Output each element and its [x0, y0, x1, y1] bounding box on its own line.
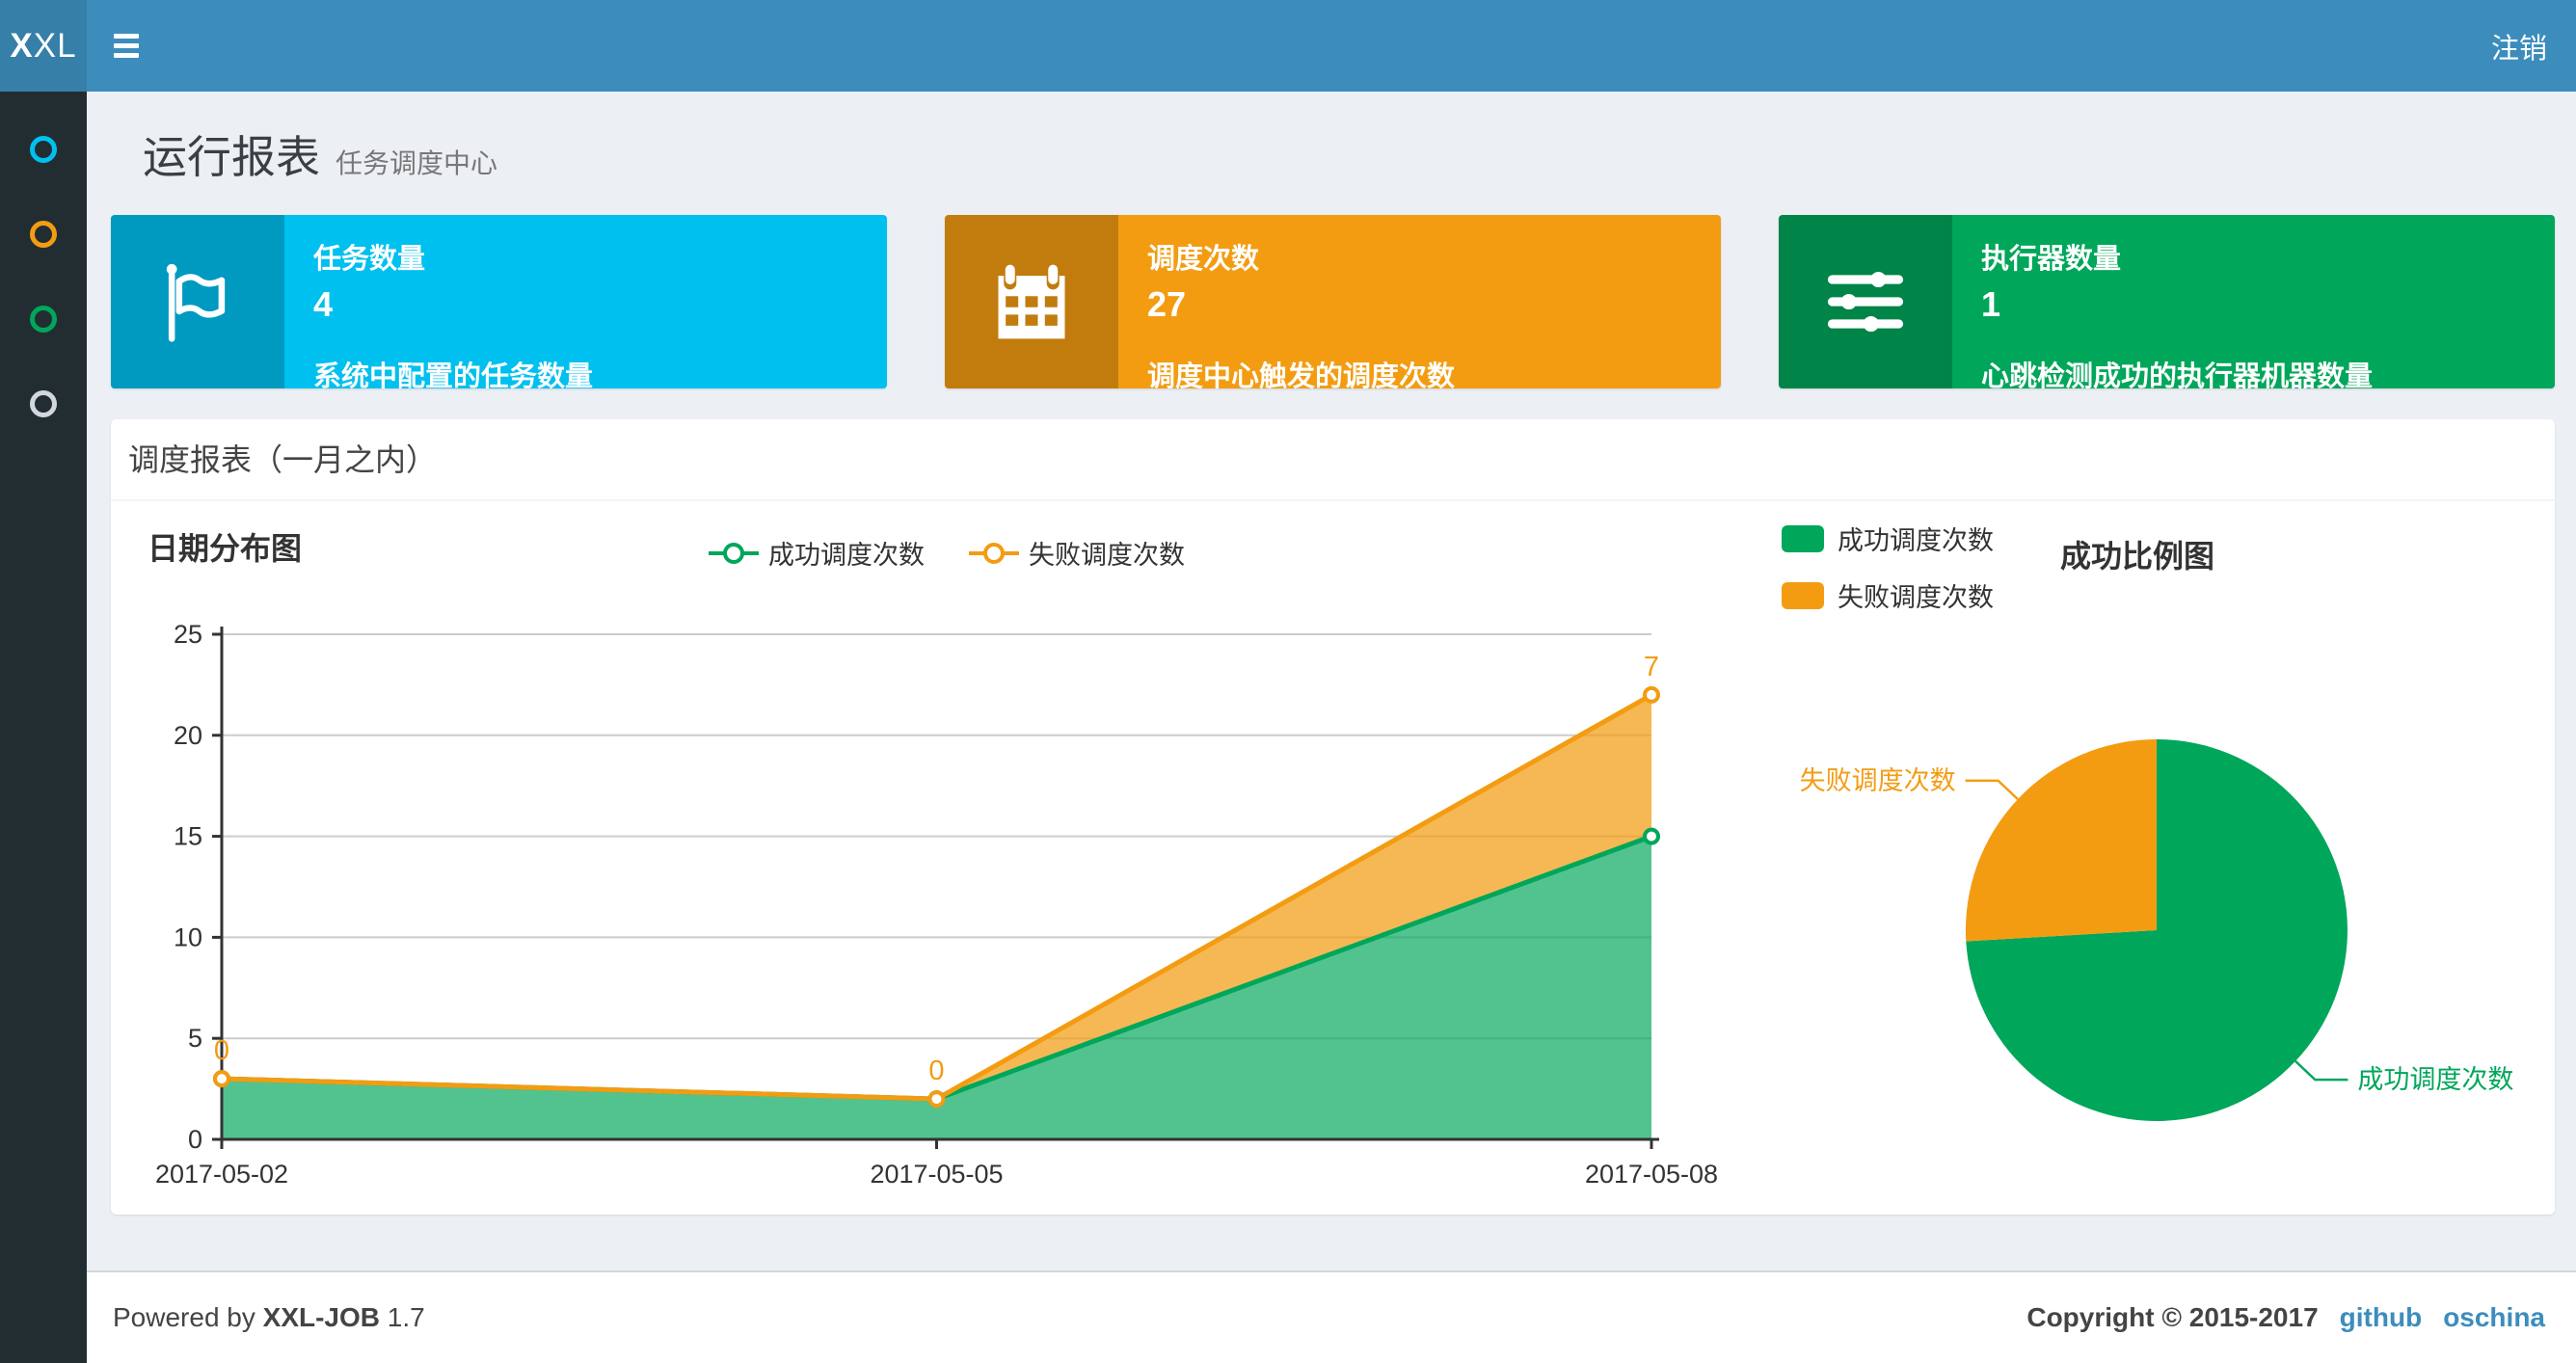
circle-icon	[30, 390, 57, 417]
page-subtitle: 任务调度中心	[335, 148, 498, 178]
calendar-icon	[945, 215, 1118, 388]
sidebar-item-4[interactable]	[0, 361, 87, 446]
copyright-area: Copyright © 2015-2017 github oschina	[2026, 1302, 2545, 1333]
product-name: XXL-JOB	[262, 1302, 381, 1332]
info-box-label: 执行器数量	[1981, 244, 2122, 275]
logout-link[interactable]: 注销	[2491, 26, 2547, 67]
circle-icon	[30, 306, 57, 333]
product-version: 1.7	[387, 1302, 425, 1332]
powered-prefix: Powered by	[113, 1302, 255, 1332]
navbar-body: 注销	[87, 0, 2576, 92]
oschina-link[interactable]: oschina	[2443, 1302, 2545, 1333]
info-box-value: 1	[1981, 284, 2001, 324]
info-box-jobs: 任务数量 4 系统中配置的任务数量	[111, 215, 887, 388]
app-logo[interactable]: X XL	[0, 0, 87, 92]
report-panel: 调度报表（一月之内） 日期分布图 成功调度次数 失败调度次数 成功调度次数 失败…	[111, 419, 2555, 1215]
sidebar-item-3[interactable]	[0, 277, 87, 361]
info-box-content: 执行器数量 1 心跳检测成功的执行器机器数量	[1952, 215, 2555, 388]
powered-by: Powered by XXL-JOB 1.7	[113, 1302, 425, 1333]
panel-body: 日期分布图 成功调度次数 失败调度次数 成功调度次数 失败调度次数 成功比例图 …	[111, 503, 2555, 1215]
info-box-executors: 执行器数量 1 心跳检测成功的执行器机器数量	[1779, 215, 2555, 388]
circle-icon	[30, 136, 57, 163]
content-header: 运行报表 任务调度中心	[87, 92, 2576, 186]
success-ratio-pie-chart: 成功调度次数 失败调度次数	[1800, 739, 2513, 1121]
info-box-triggers: 调度次数 27 调度中心触发的调度次数	[945, 215, 1721, 388]
info-box-label: 调度次数	[1147, 244, 1260, 275]
sidebar-item-1[interactable]	[0, 107, 87, 192]
panel-title: 调度报表（一月之内）	[111, 419, 2555, 501]
info-box-row: 任务数量 4 系统中配置的任务数量 调度次数 27 调度中心触发的调度次数 执行…	[111, 215, 2555, 388]
logo-text-light: XL	[33, 26, 77, 65]
content-area: 运行报表 任务调度中心 任务数量 4 系统中配置的任务数量 调度次数 27 调度…	[87, 92, 2576, 1270]
sliders-icon	[1779, 215, 1952, 388]
sidebar-item-2[interactable]	[0, 192, 87, 277]
info-box-description: 系统中配置的任务数量	[313, 361, 594, 388]
info-box-description: 心跳检测成功的执行器机器数量	[1981, 361, 2374, 388]
flag-icon	[111, 215, 284, 388]
svg-text:失败调度次数: 失败调度次数	[1800, 766, 1956, 795]
sidebar-toggle-icon[interactable]	[114, 24, 158, 68]
info-box-label: 任务数量	[313, 244, 426, 275]
page-title: 运行报表	[143, 132, 320, 182]
info-box-description: 调度中心触发的调度次数	[1147, 361, 1456, 388]
info-box-content: 任务数量 4 系统中配置的任务数量	[284, 215, 887, 388]
top-navbar: X XL 注销	[0, 0, 2576, 92]
copyright-text: Copyright © 2015-2017	[2026, 1302, 2319, 1332]
svg-text:成功调度次数: 成功调度次数	[2357, 1065, 2513, 1094]
mini-sidebar	[0, 92, 87, 1363]
github-link[interactable]: github	[2340, 1302, 2423, 1333]
logo-text-bold: X	[10, 26, 34, 65]
info-box-value: 4	[313, 284, 334, 324]
info-box-value: 27	[1147, 284, 1187, 324]
info-box-content: 调度次数 27 调度中心触发的调度次数	[1118, 215, 1721, 388]
circle-icon	[30, 221, 57, 248]
page-footer: Powered by XXL-JOB 1.7 Copyright © 2015-…	[87, 1270, 2576, 1363]
